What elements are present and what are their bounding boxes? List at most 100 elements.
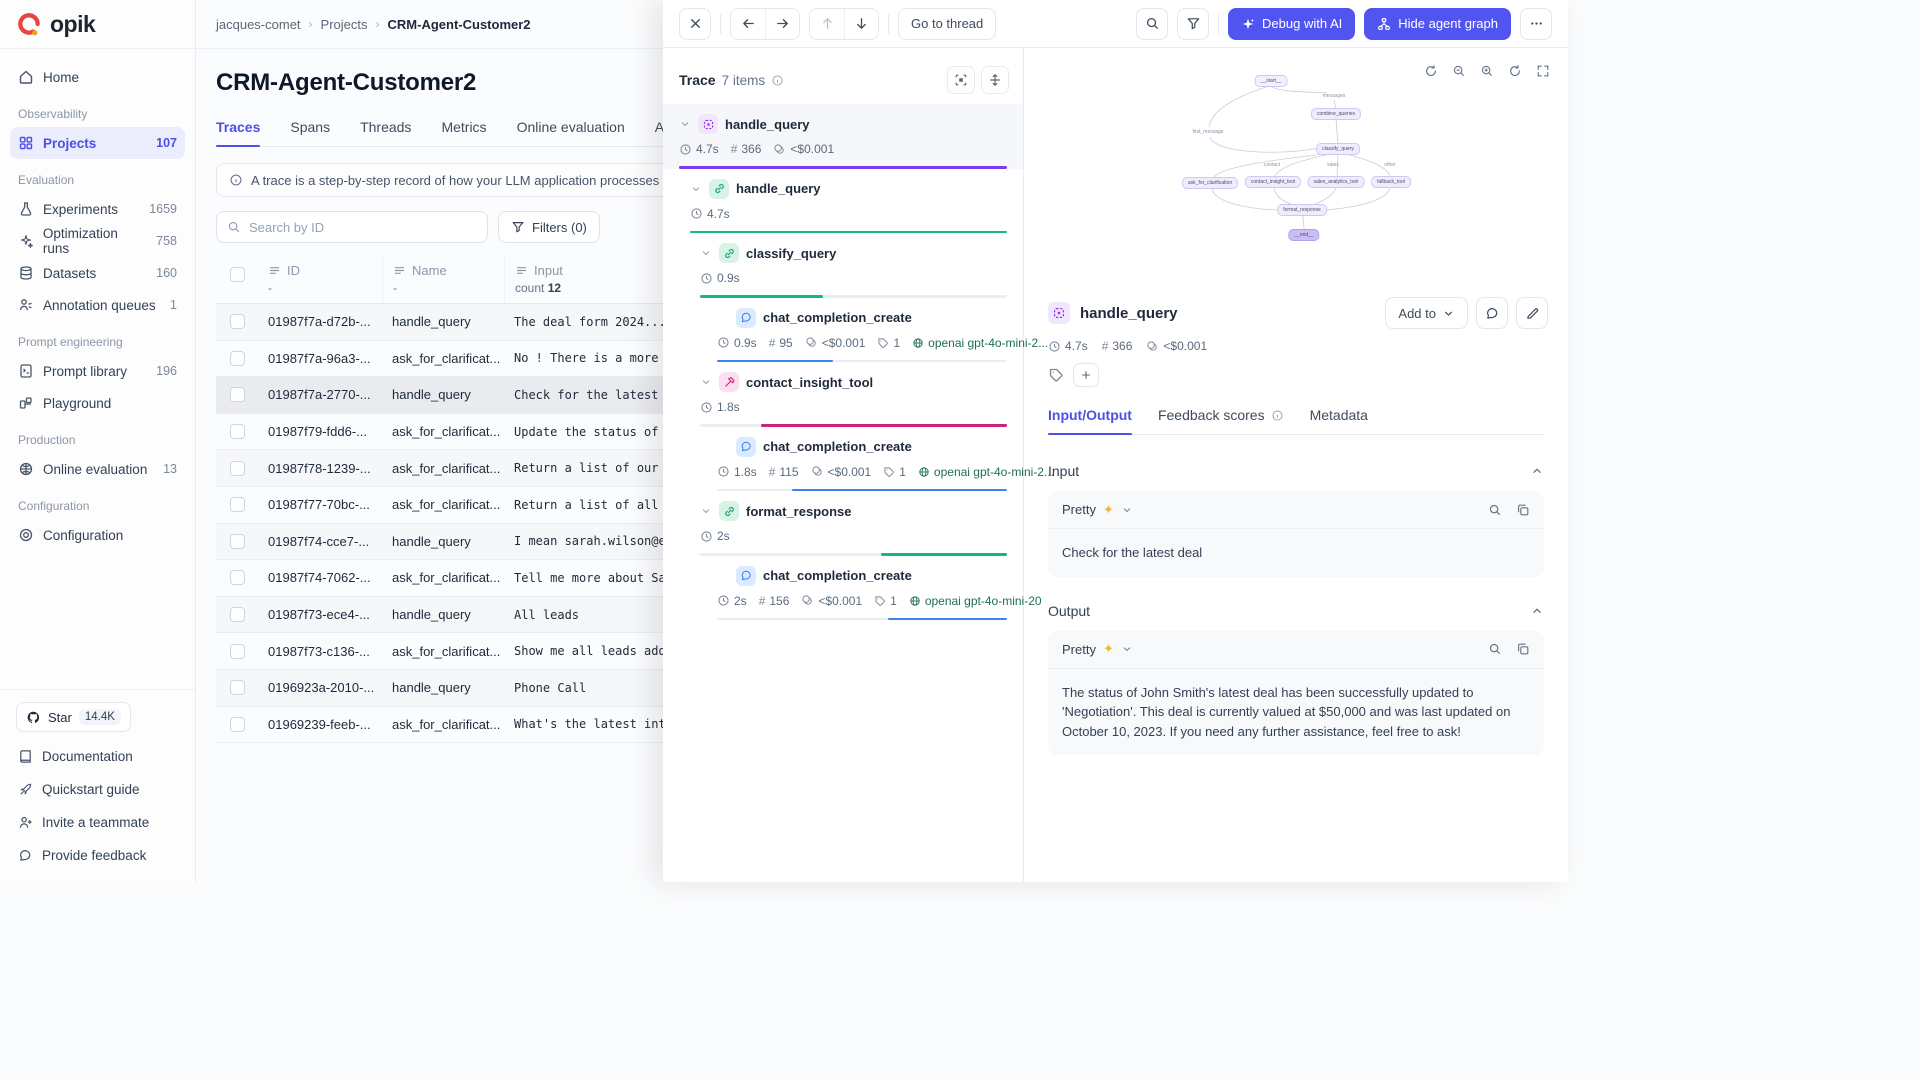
sidebar-item-experiments[interactable]: Experiments 1659 — [10, 193, 185, 225]
graph-node[interactable]: sales_analytics_tool — [1308, 176, 1365, 188]
graph-node[interactable]: sales — [1322, 160, 1344, 170]
github-star-button[interactable]: Star 14.4K — [16, 702, 131, 732]
chevron-down-icon[interactable] — [690, 183, 702, 195]
sidebar-item-provide-feedback[interactable]: Provide feedback — [10, 839, 185, 872]
column-header-name[interactable]: Name - — [382, 257, 504, 303]
debug-with-ai-button[interactable]: Debug with AI — [1228, 8, 1355, 40]
project-tab[interactable]: Online evaluation — [517, 119, 625, 146]
agent-graph[interactable]: __start__ messages combine_queries first… — [1024, 48, 1568, 283]
sidebar-item-playground[interactable]: Playground — [10, 387, 185, 419]
project-tab[interactable]: Metrics — [441, 119, 486, 146]
project-tab[interactable]: Threads — [360, 119, 411, 146]
filter-trace-button[interactable] — [1177, 8, 1209, 40]
graph-node[interactable]: contact — [1259, 160, 1285, 170]
focus-selected-button[interactable] — [947, 66, 975, 94]
breadcrumb-workspace[interactable]: jacques-comet — [216, 17, 301, 32]
down-span-button[interactable] — [844, 9, 878, 39]
add-to-button[interactable]: Add to — [1385, 297, 1468, 329]
search-in-input-button[interactable] — [1488, 503, 1502, 517]
graph-node[interactable]: __start__ — [1255, 75, 1288, 87]
trace-tree-row[interactable]: format_response 2s # — [663, 491, 1023, 556]
sidebar-item-datasets[interactable]: Datasets 160 — [10, 257, 185, 289]
trace-id-link[interactable]: 01987f7a-d72b-... — [268, 314, 371, 329]
search-trace-button[interactable] — [1136, 8, 1168, 40]
graph-node[interactable]: fallback_tool — [1371, 176, 1411, 188]
sidebar-item-prompt-library[interactable]: Prompt library 196 — [10, 355, 185, 387]
sidebar-item-optimization-runs[interactable]: Optimization runs 758 — [10, 225, 185, 257]
row-checkbox[interactable] — [230, 424, 245, 439]
row-checkbox[interactable] — [230, 717, 245, 732]
sidebar-item-home[interactable]: Home — [10, 61, 185, 93]
trace-tree-row[interactable]: contact_insight_tool 1.8s # — [663, 362, 1023, 427]
detail-tab[interactable]: Input/Output — [1048, 407, 1132, 434]
edit-button[interactable] — [1516, 297, 1548, 329]
row-checkbox[interactable] — [230, 387, 245, 402]
graph-node[interactable]: contact_insight_tool — [1245, 176, 1301, 188]
row-checkbox[interactable] — [230, 461, 245, 476]
expand-rows-button[interactable] — [981, 66, 1009, 94]
detail-tab[interactable]: Metadata — [1310, 407, 1368, 434]
sidebar-item-online-evaluation[interactable]: Online evaluation 13 — [10, 453, 185, 485]
add-tag-button[interactable] — [1073, 363, 1099, 387]
view-mode-select[interactable]: Pretty — [1062, 502, 1096, 517]
row-checkbox[interactable] — [230, 680, 245, 695]
breadcrumb-projects[interactable]: Projects — [321, 17, 368, 32]
trace-id-link[interactable]: 01969239-feeb-... — [268, 717, 371, 732]
graph-node[interactable]: first_message — [1187, 127, 1228, 137]
up-span-button[interactable] — [810, 9, 844, 39]
trace-id-link[interactable]: 01987f78-1239-... — [268, 461, 371, 476]
sidebar-item-invite-teammate[interactable]: Invite a teammate — [10, 806, 185, 839]
row-checkbox[interactable] — [230, 607, 245, 622]
trace-tree-row[interactable]: chat_completion_create 2s #156 <$0.001 1… — [663, 556, 1023, 621]
row-checkbox[interactable] — [230, 314, 245, 329]
trace-id-link[interactable]: 01987f74-7062-... — [268, 570, 371, 585]
trace-id-link[interactable]: 01987f74-cce7-... — [268, 534, 369, 549]
row-checkbox[interactable] — [230, 534, 245, 549]
project-tab[interactable]: Traces — [216, 119, 260, 146]
detail-tab[interactable]: Feedback scores — [1158, 407, 1284, 434]
trace-tree-row[interactable]: handle_query 4.7s # — [663, 169, 1023, 234]
sidebar-item-configuration[interactable]: Configuration — [10, 519, 185, 551]
row-checkbox[interactable] — [230, 351, 245, 366]
trace-id-link[interactable]: 01987f7a-2770-... — [268, 387, 371, 402]
trace-id-link[interactable]: 01987f73-c136-... — [268, 644, 370, 659]
project-tab[interactable]: Spans — [290, 119, 330, 146]
trace-id-link[interactable]: 01987f79-fdd6-... — [268, 424, 367, 439]
copy-input-button[interactable] — [1516, 503, 1530, 517]
collapse-output-button[interactable] — [1530, 604, 1544, 618]
select-all-checkbox[interactable] — [230, 267, 245, 282]
next-trace-button[interactable] — [765, 9, 799, 39]
copy-output-button[interactable] — [1516, 642, 1530, 656]
prev-trace-button[interactable] — [731, 9, 765, 39]
filters-button[interactable]: Filters (0) — [498, 211, 600, 243]
column-menu-icon[interactable] — [393, 264, 406, 277]
search-input[interactable]: Search by ID — [216, 211, 488, 243]
chevron-down-icon[interactable] — [679, 118, 691, 130]
view-mode-select[interactable]: Pretty — [1062, 642, 1096, 657]
trace-tree-row[interactable]: classify_query 0.9s # — [663, 233, 1023, 298]
graph-node[interactable]: other — [1379, 160, 1400, 170]
graph-node[interactable]: messages — [1318, 91, 1351, 101]
trace-id-link[interactable]: 01987f77-70bc-... — [268, 497, 370, 512]
app-logo[interactable]: opik — [0, 0, 195, 49]
sidebar-item-quickstart-guide[interactable]: Quickstart guide — [10, 773, 185, 806]
graph-node[interactable]: classify_query — [1316, 143, 1360, 155]
row-checkbox[interactable] — [230, 570, 245, 585]
collapse-input-button[interactable] — [1530, 464, 1544, 478]
chevron-down-icon[interactable] — [700, 376, 712, 388]
trace-id-link[interactable]: 0196923a-2010-... — [268, 680, 374, 695]
chevron-down-icon[interactable] — [700, 505, 712, 517]
go-to-thread-button[interactable]: Go to thread — [898, 8, 996, 40]
chevron-down-icon[interactable] — [700, 247, 712, 259]
graph-node[interactable]: ask_for_clarification — [1182, 177, 1238, 189]
graph-node[interactable]: __end__ — [1288, 229, 1319, 241]
chevron-down-icon[interactable] — [1121, 643, 1133, 655]
graph-node[interactable]: combine_queries — [1311, 108, 1361, 120]
trace-id-link[interactable]: 01987f7a-96a3-... — [268, 351, 371, 366]
chevron-down-icon[interactable] — [1121, 504, 1133, 516]
search-in-output-button[interactable] — [1488, 642, 1502, 656]
more-options-button[interactable] — [1520, 8, 1552, 40]
sidebar-item-annotation-queues[interactable]: Annotation queues 1 — [10, 289, 185, 321]
graph-node[interactable]: format_response — [1277, 204, 1327, 216]
column-menu-icon[interactable] — [515, 264, 528, 277]
